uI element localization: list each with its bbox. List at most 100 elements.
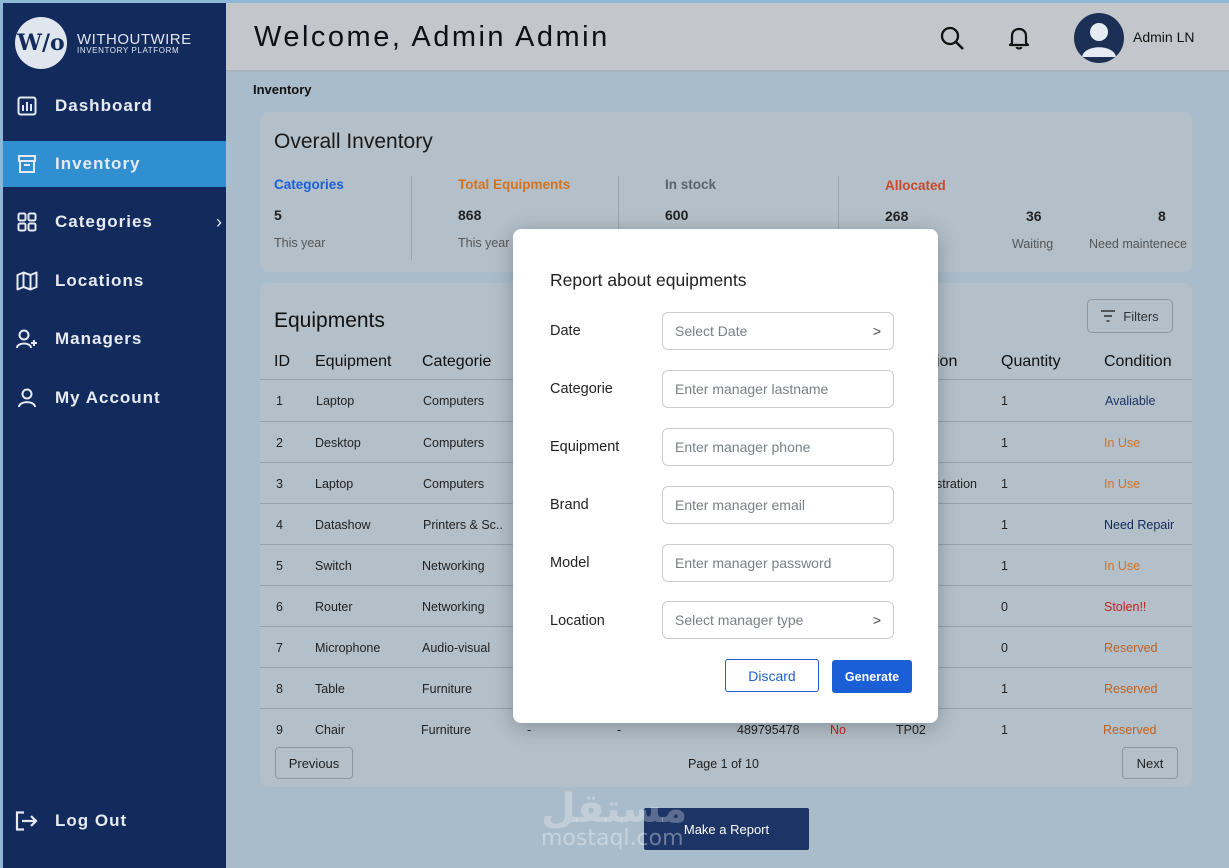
filters-button[interactable]: Filters: [1087, 299, 1173, 333]
cell-condition: Need Repair: [1104, 518, 1175, 532]
categorie-field[interactable]: [662, 370, 894, 408]
stat-total-sub: This year: [458, 236, 510, 250]
sidebar-item-label: Locations: [55, 271, 145, 290]
sidebar-item-locations[interactable]: Locations: [3, 258, 229, 304]
sidebar-item-label: My Account: [55, 388, 161, 407]
cell-quantity: 1: [1001, 436, 1008, 450]
stat-waiting-value: 36: [1026, 208, 1042, 224]
brand-field[interactable]: [662, 486, 894, 524]
cell-equipment: Switch: [315, 559, 352, 573]
model-input[interactable]: [675, 555, 881, 571]
column-header-equipment[interactable]: Equipment: [315, 353, 392, 371]
modal-title: Report about equipments: [550, 270, 747, 290]
cell-categorie: Computers: [423, 436, 485, 450]
stat-maintenance-value: 8: [1158, 208, 1166, 224]
equipment-field[interactable]: [662, 428, 894, 466]
generate-button[interactable]: Generate: [832, 660, 912, 693]
model-field[interactable]: [662, 544, 894, 582]
cell-equipment: Datashow: [315, 518, 371, 532]
stat-maintenance-sub: Need maintenece: [1089, 237, 1187, 251]
stat-total-value: 868: [458, 207, 482, 223]
page-indicator: Page 1 of 10: [688, 757, 759, 771]
user-name[interactable]: Admin LN: [1133, 29, 1194, 45]
cell-equipment: Microphone: [315, 641, 381, 655]
chevron-right-icon: >: [872, 612, 881, 628]
stat-instock-label: In stock: [665, 177, 717, 192]
categorie-input[interactable]: [675, 381, 881, 397]
cell-quantity: 1: [1001, 559, 1008, 573]
cell-location: TP02: [896, 723, 926, 737]
inventory-box-icon: [15, 152, 39, 176]
cell-condition: In Use: [1104, 559, 1141, 573]
location-label: Location: [550, 613, 605, 629]
sidebar-item-label: Inventory: [55, 154, 141, 173]
cell-id: 3: [276, 477, 283, 491]
brand-label: Brand: [550, 497, 589, 513]
equipment-input[interactable]: [675, 439, 881, 455]
cell-quantity: 1: [1001, 518, 1008, 532]
cell-condition: Reserved: [1104, 682, 1158, 696]
top-bar: Welcome, Admin Admin Admin LN: [226, 0, 1229, 72]
cell-equipment: Laptop: [316, 394, 355, 408]
stat-categories-sub: This year: [274, 236, 326, 250]
sidebar-item-label: Dashboard: [55, 96, 153, 115]
cell-categorie: Furniture: [421, 723, 472, 737]
stat-categories-value: 5: [274, 207, 282, 223]
brand-logo[interactable]: W/o WITHOUTWIRE INVENTORY PLATFORM: [15, 17, 192, 69]
cell-categorie: Computers: [423, 394, 485, 408]
cell-condition: Stolen!!: [1104, 600, 1147, 614]
next-button[interactable]: Next: [1122, 747, 1178, 779]
date-select[interactable]: Select Date >: [662, 312, 894, 350]
grid-icon: [15, 210, 39, 234]
logout-button[interactable]: Log Out: [15, 811, 127, 831]
cell-id: 7: [276, 641, 283, 655]
sidebar-item-label: Managers: [55, 329, 143, 348]
column-header-location[interactable]: ion: [936, 353, 957, 371]
chevron-right-icon: >: [872, 323, 881, 339]
cell-quantity: 1: [1001, 682, 1008, 696]
dashboard-icon: [15, 94, 39, 118]
stat-total-label: Total Equipments: [458, 177, 571, 192]
avatar[interactable]: [1074, 13, 1124, 63]
sidebar-item-managers[interactable]: Managers: [3, 316, 229, 362]
cell-equipment: Laptop: [315, 477, 354, 491]
column-header-categorie[interactable]: Categorie: [422, 353, 491, 371]
column-header-condition[interactable]: Condition: [1104, 353, 1172, 371]
cell-brand: -: [527, 723, 532, 737]
breadcrumb[interactable]: Inventory: [253, 82, 312, 97]
cell-equipment: Table: [315, 682, 345, 696]
cell-id: 8: [276, 682, 283, 696]
previous-button[interactable]: Previous: [275, 747, 353, 779]
cell-equipment: Router: [315, 600, 353, 614]
sidebar-item-inventory[interactable]: Inventory: [3, 141, 229, 187]
cell-id: 4: [276, 518, 283, 532]
search-icon[interactable]: [939, 25, 965, 51]
cell-condition: Reserved: [1104, 641, 1158, 655]
discard-button[interactable]: Discard: [725, 659, 819, 692]
cell-categorie: Furniture: [422, 682, 473, 696]
overall-inventory-title: Overall Inventory: [274, 130, 433, 153]
logout-icon: [15, 811, 39, 831]
cell-location: stration: [936, 477, 977, 491]
cell-categorie: Audio-visual: [422, 641, 491, 655]
brand-input[interactable]: [675, 497, 881, 513]
cell-quantity: 0: [1001, 641, 1008, 655]
cell-equipment: Desktop: [315, 436, 361, 450]
location-select[interactable]: Select manager type >: [662, 601, 894, 639]
sidebar-item-dashboard[interactable]: Dashboard: [3, 83, 229, 129]
equipments-title: Equipments: [274, 309, 385, 332]
cell-quantity: 0: [1001, 600, 1008, 614]
column-header-id[interactable]: ID: [274, 353, 290, 371]
sidebar-item-my-account[interactable]: My Account: [3, 375, 229, 421]
cell-categorie: Computers: [423, 477, 485, 491]
cell-id: 2: [276, 436, 283, 450]
column-header-quantity[interactable]: Quantity: [1001, 353, 1061, 371]
sidebar-item-categories[interactable]: Categories ›: [3, 199, 229, 245]
cell-serial: 489795478: [737, 723, 800, 737]
location-placeholder: Select manager type: [675, 612, 804, 628]
bell-icon[interactable]: [1006, 25, 1032, 51]
cell-quantity: 1: [1001, 394, 1008, 408]
cell-categorie: Networking: [422, 600, 485, 614]
cell-quantity: 1: [1001, 723, 1008, 737]
categorie-label: Categorie: [550, 381, 613, 397]
